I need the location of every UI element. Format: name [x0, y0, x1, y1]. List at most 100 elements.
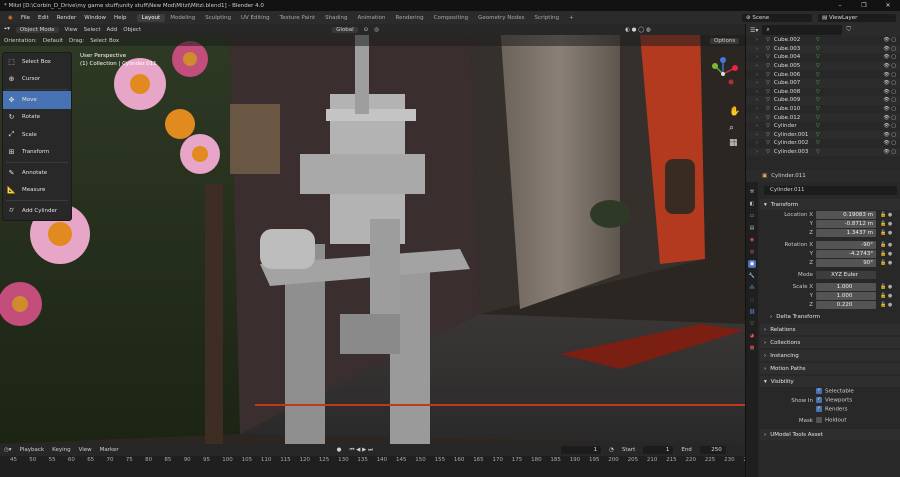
record-icon[interactable]: ● [337, 447, 342, 453]
tab-sculpting[interactable]: Sculpting [200, 14, 236, 22]
umodel-panel[interactable]: › UModel Tools Asset [760, 429, 900, 440]
outliner-row[interactable]: › ▽ Cylinder.003 ▽ 👁 ▢ [746, 147, 900, 157]
visibility-icons[interactable]: 👁 ▢ [883, 46, 896, 52]
chevron-right-icon[interactable]: › [756, 106, 758, 112]
outliner-row[interactable]: › ▽ Cube.006 ▽ 👁 ▢ [746, 70, 900, 79]
location-x-field[interactable]: 0.19083 m [816, 210, 876, 219]
stopwatch-icon[interactable]: ◔ [609, 447, 614, 453]
visibility-icons[interactable]: 👁 ▢ [883, 72, 896, 78]
visibility-icons[interactable]: 👁 ▢ [883, 140, 896, 146]
blender-logo-icon[interactable]: ◉ [4, 15, 17, 21]
end-field[interactable]: 250 [699, 446, 726, 454]
tool-scale[interactable]: ⤢ Scale [3, 126, 71, 144]
location-z-field[interactable]: 1.3437 m [816, 228, 876, 237]
lock-icon[interactable]: 🔓 ● [880, 221, 892, 227]
close-button[interactable]: ✕ [876, 0, 900, 11]
menu-help[interactable]: Help [110, 15, 131, 21]
scale-z-field[interactable]: 0.220 [816, 300, 876, 309]
chevron-right-icon[interactable]: › [756, 46, 758, 52]
maximize-button[interactable]: ❐ [852, 0, 876, 11]
lock-icon[interactable]: 🔓 ● [880, 284, 892, 290]
visibility-panel[interactable]: ▾ Visibility [760, 376, 900, 387]
visibility-icons[interactable]: 👁 ▢ [883, 106, 896, 112]
scale-y-field[interactable]: 1.000 [816, 291, 876, 300]
outliner-row[interactable]: › ▽ Cube.004 ▽ 👁 ▢ [746, 53, 900, 62]
scale-x-field[interactable]: 1.000 [816, 282, 876, 291]
lock-icon[interactable]: 🔓 ● [880, 230, 892, 236]
view-menu[interactable]: View [65, 27, 78, 33]
texture-tab-icon[interactable]: ▩ [748, 344, 756, 352]
tab-layout[interactable]: Layout [136, 13, 166, 22]
menu-file[interactable]: File [17, 15, 34, 21]
tab-modeling[interactable]: Modeling [165, 14, 200, 22]
rotation-x-field[interactable]: -90° [816, 240, 876, 249]
chevron-right-icon[interactable]: › [756, 123, 758, 129]
tab-shading[interactable]: Shading [320, 14, 352, 22]
outliner-row[interactable]: › ▽ Cylinder.001 ▽ 👁 ▢ [746, 130, 900, 140]
scene-tab-icon[interactable]: ◉ [748, 236, 756, 244]
frame-ruler[interactable]: 45 50 55 60 65 70 75 80 85 90 95 100 105 110 115 120 125… [0, 456, 754, 466]
outliner-row[interactable]: › ▽ Cube.005 ▽ 👁 ▢ [746, 61, 900, 71]
visibility-icons[interactable]: 👁 ▢ [883, 115, 896, 121]
outliner-search-input[interactable]: ⌕ [762, 25, 843, 35]
chevron-right-icon[interactable]: › [756, 97, 758, 103]
snap-icon[interactable]: ⊙ [364, 27, 369, 33]
outliner-row[interactable]: › ▽ Cube.012 ▽ 👁 ▢ [746, 113, 900, 122]
outliner-row[interactable]: › ▽ Cube.007 ▽ 👁 ▢ [746, 78, 900, 88]
rotation-z-field[interactable]: 90° [816, 258, 876, 267]
lock-icon[interactable]: 🔓 ● [880, 293, 892, 299]
chevron-right-icon[interactable]: › [756, 149, 758, 155]
rotation-y-field[interactable]: -4.2743° [816, 249, 876, 258]
outliner-row[interactable]: › ▽ Cube.010 ▽ 👁 ▢ [746, 105, 900, 114]
world-tab-icon[interactable]: ◍ [748, 248, 756, 256]
chevron-right-icon[interactable]: › [756, 80, 758, 86]
3d-viewport[interactable]: ⌖▾ Object Mode View Select Add Object Gl… [0, 24, 745, 444]
tab-geometry-nodes[interactable]: Geometry Nodes [473, 14, 529, 22]
holdout-checkbox[interactable]: Holdout [816, 417, 847, 424]
menu-window[interactable]: Window [80, 15, 110, 21]
lock-icon[interactable]: 🔓 ● [880, 302, 892, 308]
chevron-right-icon[interactable]: › [756, 140, 758, 146]
transform-panel-header[interactable]: ▾ Transform [760, 199, 900, 210]
visibility-icons[interactable]: 👁 ▢ [883, 80, 896, 86]
menu-render[interactable]: Render [53, 15, 81, 21]
visibility-icons[interactable]: 👁 ▢ [883, 37, 896, 43]
collections-panel[interactable]: › Collections [760, 337, 900, 348]
physics-tab-icon[interactable]: ◌ [748, 296, 756, 304]
tab-animation[interactable]: Animation [352, 14, 390, 22]
proportional-icon[interactable]: ◎ [374, 27, 379, 33]
add-menu[interactable]: Add [107, 27, 118, 33]
filter-icon[interactable]: ⛉ [846, 26, 851, 34]
visibility-icons[interactable]: 👁 ▢ [883, 132, 896, 138]
location-y-field[interactable]: -0.8712 m [816, 219, 876, 228]
outliner-row[interactable]: › ▽ Cube.009 ▽ 👁 ▢ [746, 96, 900, 105]
view-menu[interactable]: View [79, 447, 92, 453]
tool-rotate[interactable]: ↻ Rotate [3, 109, 71, 127]
marker-menu[interactable]: Marker [100, 447, 119, 453]
renders-checkbox[interactable]: ✓ Renders [816, 406, 847, 413]
tool-select-box[interactable]: ⬚ Select Box [3, 53, 71, 71]
chevron-right-icon[interactable]: › [756, 132, 758, 138]
editor-type-icon[interactable]: ⌖▾ [4, 26, 10, 33]
viewlayer-selector[interactable]: ▤ ViewLayer [818, 13, 896, 22]
orientation-dropdown[interactable]: Default [43, 38, 63, 44]
visibility-icons[interactable]: 👁 ▢ [883, 63, 896, 69]
tab-texture-paint[interactable]: Texture Paint [275, 14, 321, 22]
data-tab-icon[interactable]: ▽ [748, 320, 756, 328]
lock-icon[interactable]: 🔓 ● [880, 212, 892, 218]
constraints-tab-icon[interactable]: ⛓ [748, 308, 756, 316]
visibility-icons[interactable]: 👁 ▢ [883, 97, 896, 103]
keying-menu[interactable]: Keying [52, 447, 70, 453]
tool-transform[interactable]: ⊞ Transform [3, 144, 71, 162]
instancing-panel[interactable]: › Instancing [760, 350, 900, 361]
particles-tab-icon[interactable]: ⁂ [748, 284, 756, 292]
chevron-right-icon[interactable]: › [756, 63, 758, 69]
chevron-right-icon[interactable]: › [756, 37, 758, 43]
current-frame-field[interactable]: 1 [561, 446, 602, 454]
selectable-checkbox[interactable]: ✓ Selectable [816, 388, 854, 395]
object-tab-icon[interactable]: ▣ [748, 260, 756, 268]
tool-add-cylinder[interactable]: ⌭ Add Cylinder [3, 202, 71, 220]
chevron-right-icon[interactable]: › [756, 89, 758, 95]
lock-icon[interactable]: 🔓 ● [880, 242, 892, 248]
outliner-row[interactable]: › ▽ Cube.008 ▽ 👁 ▢ [746, 88, 900, 97]
